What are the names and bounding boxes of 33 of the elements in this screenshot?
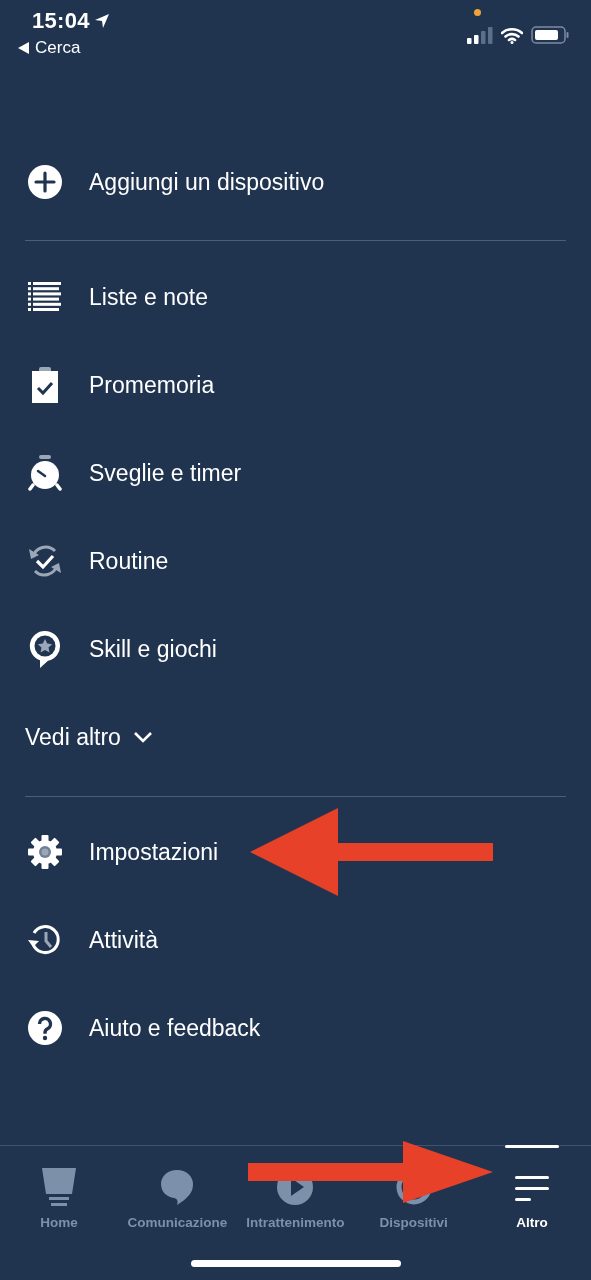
- speaker-icon[interactable]: [41, 1168, 78, 1206]
- clipboard-icon: [31, 367, 59, 403]
- menu-item[interactable]: Routine: [0, 517, 591, 605]
- show-more-button[interactable]: Vedi altro: [0, 693, 159, 781]
- menu-item[interactable]: Promemoria: [0, 341, 591, 429]
- menu-item[interactable]: Sveglie e timer: [0, 429, 591, 517]
- chevron-down-icon: [132, 731, 153, 743]
- tab[interactable]: Comunicazione: [118, 1146, 237, 1232]
- settings-icon: [27, 834, 63, 870]
- clock-time: 15:04: [32, 8, 90, 34]
- menu-item[interactable]: Aggiungi un dispositivo: [0, 138, 591, 226]
- list-icon: [28, 282, 62, 312]
- menu-item[interactable]: Liste e note: [0, 253, 591, 341]
- menu-item[interactable]: Skill e giochi: [0, 605, 591, 693]
- selected-tab-indicator: [504, 1145, 559, 1148]
- tab[interactable]: Home: [0, 1146, 119, 1232]
- privacy-indicator-dot: [474, 9, 481, 16]
- menu-item[interactable]: Impostazioni: [0, 808, 591, 896]
- add-icon: [27, 164, 63, 200]
- back-triangle-icon: [18, 42, 29, 54]
- back-link[interactable]: Cerca: [18, 38, 81, 58]
- alarm-clock-icon: [28, 455, 62, 491]
- speech-bubble-icon[interactable]: [160, 1169, 195, 1205]
- wifi-icon: [501, 26, 523, 44]
- refresh-check-icon: [27, 543, 63, 579]
- menu-item[interactable]: Aiuto e feedback: [0, 984, 591, 1072]
- tab[interactable]: Altro: [472, 1146, 591, 1232]
- signal-icon: [467, 26, 493, 44]
- help-icon: [27, 1010, 63, 1046]
- star-bubble-icon: [28, 629, 62, 669]
- battery-icon: [531, 26, 569, 44]
- location-arrow-icon: [93, 13, 110, 29]
- menu-item[interactable]: Attività: [0, 896, 591, 984]
